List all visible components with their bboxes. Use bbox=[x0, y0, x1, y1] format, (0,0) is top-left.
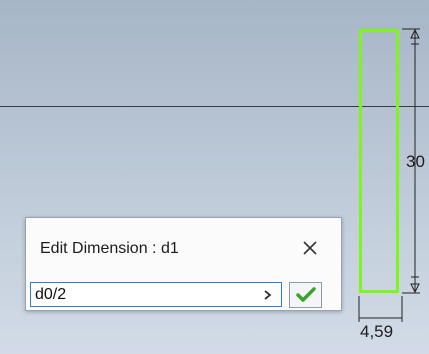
dimension-value-input[interactable] bbox=[31, 284, 250, 305]
confirm-button[interactable] bbox=[289, 282, 322, 308]
dimension-input-box bbox=[30, 282, 282, 307]
checkmark-icon bbox=[295, 287, 316, 302]
dimension-width-label[interactable]: 4,59 bbox=[360, 322, 393, 342]
chevron-right-icon bbox=[264, 290, 272, 300]
edit-dimension-dialog: Edit Dimension : d1 bbox=[25, 217, 342, 311]
dialog-title: Edit Dimension : d1 bbox=[40, 240, 179, 257]
expand-button[interactable] bbox=[257, 285, 277, 305]
dimension-height-label[interactable]: 30 bbox=[406, 152, 425, 172]
close-icon bbox=[303, 241, 317, 255]
close-button[interactable] bbox=[298, 236, 322, 260]
